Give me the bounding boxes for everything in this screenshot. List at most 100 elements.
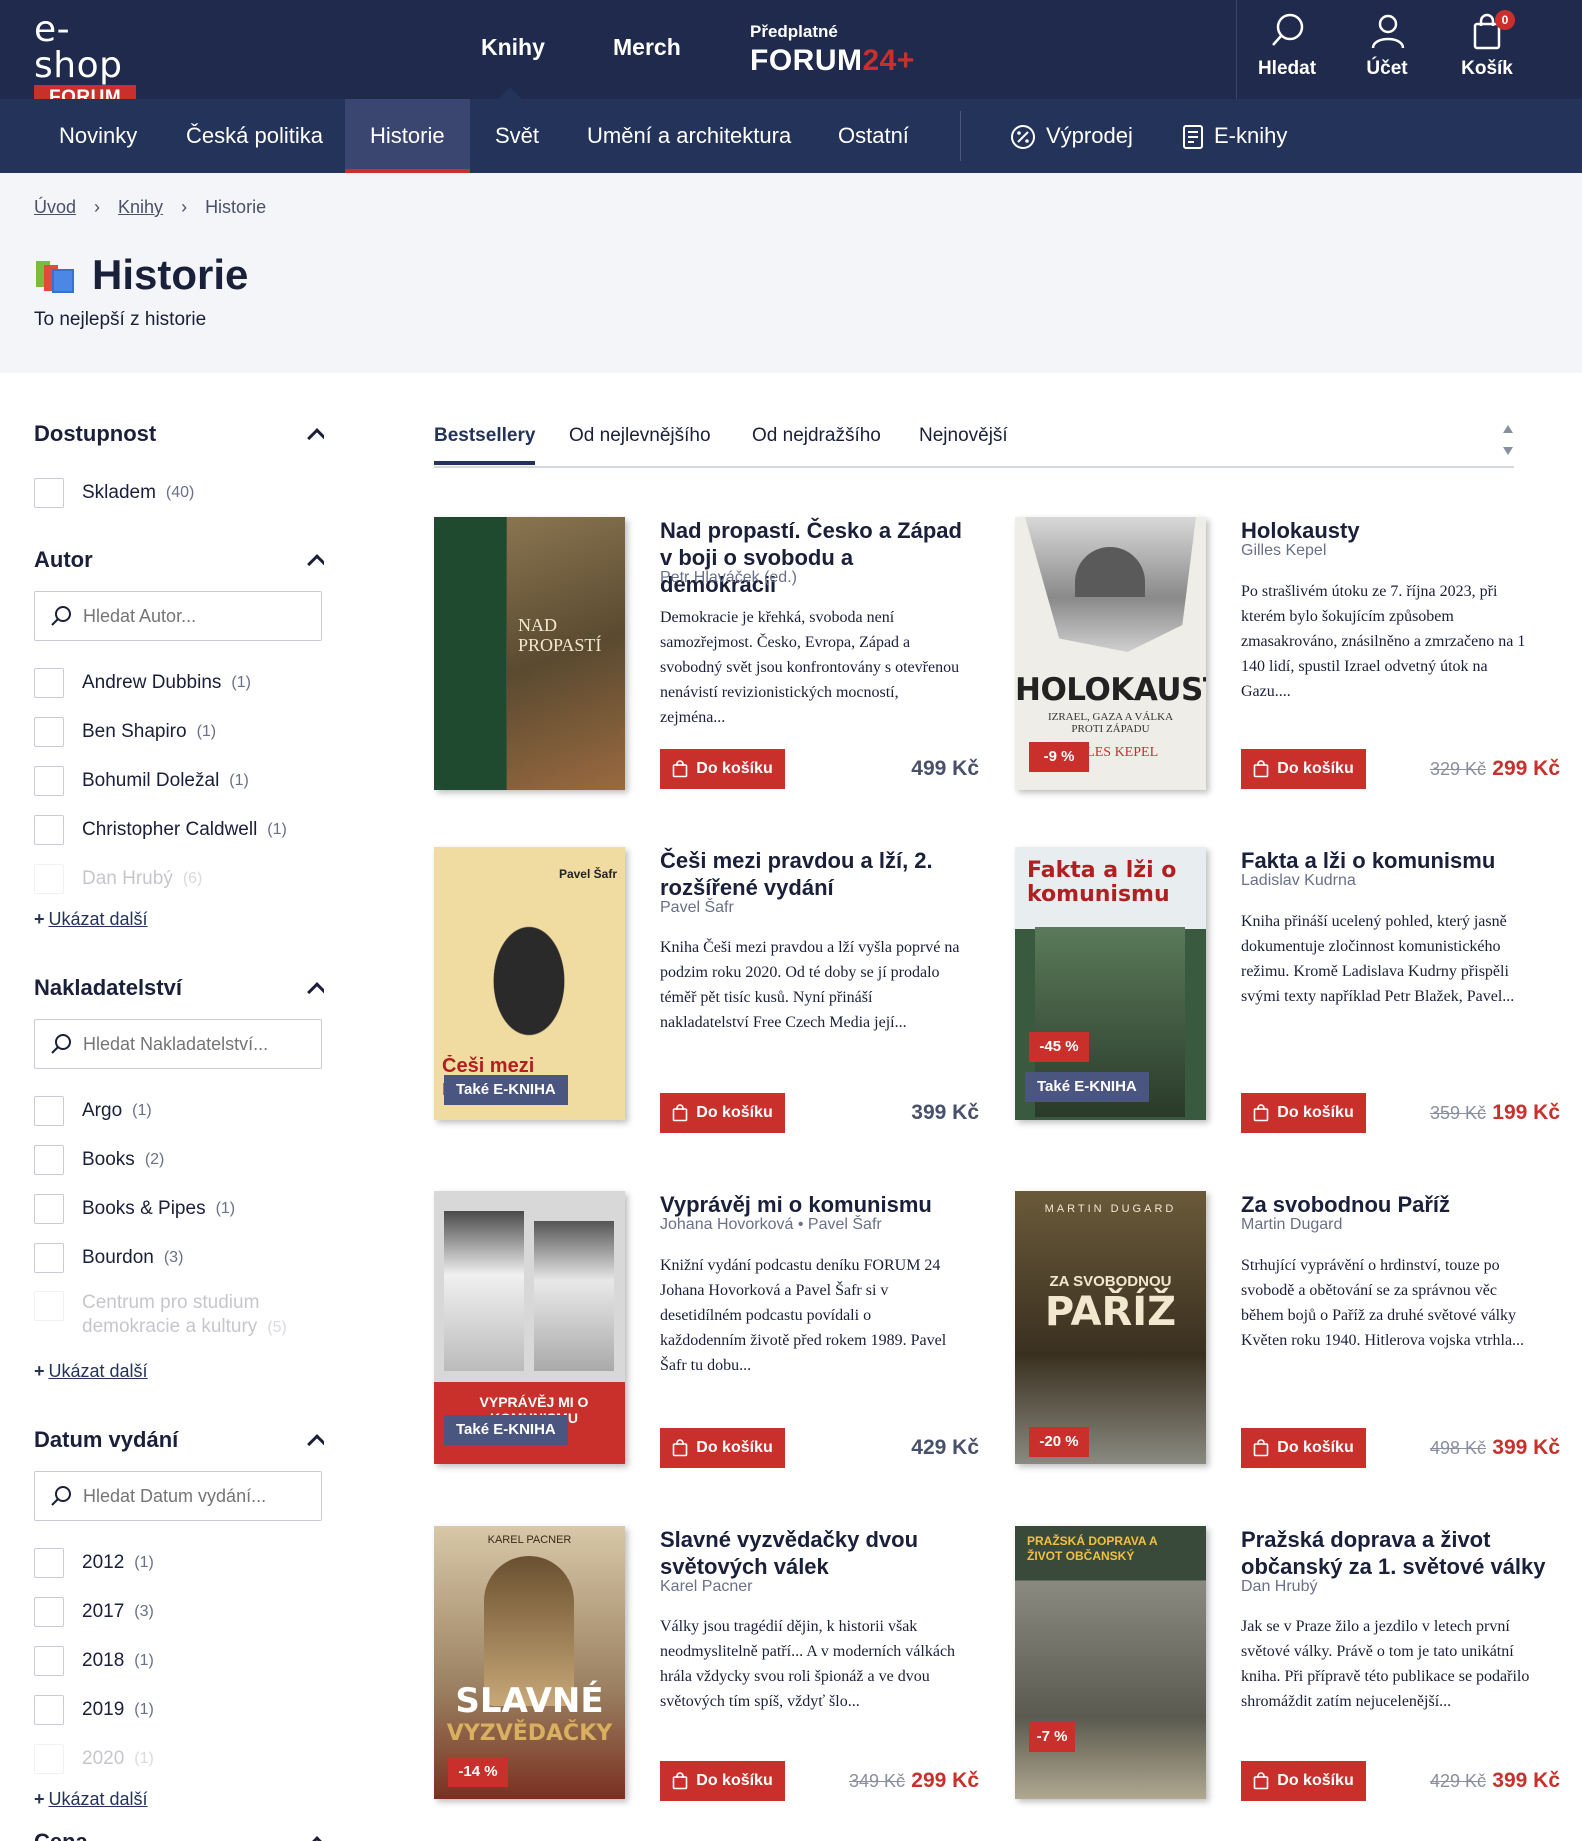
book-cover[interactable]: Fakta a lži o komunismu -45 % Také E-KNI… [1015,847,1206,1120]
product-title[interactable]: Češi mezi pravdou a lží, 2. rozšířené vy… [660,847,970,901]
product-author[interactable]: Ladislav Kudrna [1241,872,1356,890]
user-icon [1371,14,1405,49]
filter-option[interactable]: 2017 (3) [34,1596,154,1628]
author-show-more[interactable]: + Ukázat další [34,909,148,930]
add-to-cart-button[interactable]: Do košíku [1241,749,1366,789]
book-cover[interactable]: NAD PROPASTÍ [434,517,625,790]
cart-button[interactable]: 0 Košík [1437,0,1537,99]
checkbox[interactable] [34,766,64,796]
checkbox[interactable] [34,1194,64,1224]
category-historie[interactable]: Historie [345,99,470,173]
publisher-show-more[interactable]: + Ukázat další [34,1361,148,1382]
breadcrumb-home[interactable]: Úvod [34,197,76,217]
tab-bestsellers[interactable]: Bestsellery [434,425,536,465]
date-show-more[interactable]: + Ukázat další [34,1789,148,1810]
tab-cheapest[interactable]: Od nejlevnějšího [569,425,711,447]
checkbox[interactable] [34,1243,64,1273]
filter-option[interactable]: Skladem (40) [34,477,194,509]
publisher-search-field[interactable] [34,1019,322,1069]
add-to-cart-button[interactable]: Do košíku [1241,1093,1366,1133]
filter-option[interactable]: 2019 (1) [34,1694,154,1726]
product-author[interactable]: Karel Pacner [660,1578,753,1596]
filter-option[interactable]: Dan Hrubý (6) [34,863,202,895]
checkbox[interactable] [34,668,64,698]
product-title[interactable]: Fakta a lži o komunismu [1241,847,1551,874]
checkbox[interactable] [34,1548,64,1578]
filter-option[interactable]: Books & Pipes (1) [34,1193,235,1225]
product-title[interactable]: Holokausty [1241,517,1551,544]
tab-newest[interactable]: Nejnovější [919,425,1008,447]
add-to-cart-button[interactable]: Do košíku [660,1093,785,1133]
product-author[interactable]: Johana Hovorková • Pavel Šafr [660,1216,882,1234]
checkbox[interactable] [34,1096,64,1126]
filter-option[interactable]: 2020 (1) [34,1743,154,1775]
category-ceska-politika[interactable]: Česká politika [161,99,348,173]
book-cover[interactable]: Pavel Šafr Češi mezi pravdou a lží Také … [434,847,625,1120]
checkbox[interactable] [34,1695,64,1725]
add-to-cart-button[interactable]: Do košíku [1241,1428,1366,1468]
filter-option[interactable]: Books (2) [34,1144,164,1176]
checkbox[interactable] [34,1744,64,1774]
product-author[interactable]: Pavel Šafr [660,899,734,917]
book-cover[interactable]: MARTIN DUGARD ZA SVOBODNOU PAŘÍŽ -20 % [1015,1191,1206,1464]
category-umeni[interactable]: Umění a architektura [562,99,816,173]
book-cover[interactable]: VYPRÁVĚJ MI O KOMUNISMU Také E-KNIHA [434,1191,625,1464]
filter-option[interactable]: Bourdon (3) [34,1242,183,1274]
logo[interactable]: e-shop FORUM [34,12,154,111]
product-title[interactable]: Pražská doprava a život občanský za 1. s… [1241,1526,1551,1580]
filter-option[interactable]: Argo (1) [34,1095,152,1127]
filter-option[interactable]: Ben Shapiro (1) [34,716,216,748]
sort-arrows-icon[interactable] [1502,423,1514,457]
category-vyprodej[interactable]: Výprodej [985,99,1158,173]
checkbox[interactable] [34,717,64,747]
checkbox[interactable] [34,815,64,845]
add-to-cart-button[interactable]: Do košíku [660,1761,785,1801]
checkbox[interactable] [34,478,64,508]
product-title[interactable]: Slavné vyzvědačky dvou světových válek [660,1526,970,1580]
product-author[interactable]: Petr Hlaváček (ed.) [660,569,797,587]
product-title[interactable]: Za svobodnou Paříž [1241,1191,1551,1218]
checkbox[interactable] [34,1597,64,1627]
book-cover[interactable]: PRAŽSKÁ DOPRAVA A ŽIVOT OBČANSKÝ -7 % [1015,1526,1206,1799]
product-author[interactable]: Gilles Kepel [1241,542,1326,560]
author-search-input[interactable] [83,605,303,627]
author-search-field[interactable] [34,591,322,641]
search-button[interactable]: Hledat [1237,0,1337,99]
filter-option[interactable]: Centrum pro studium demokracie a kultury… [34,1291,292,1341]
filter-option[interactable]: 2018 (1) [34,1645,154,1677]
book-cover[interactable]: HOLOKAUSTY IZRAEL, GAZA A VÁLKA PROTI ZÁ… [1015,517,1206,790]
checkbox[interactable] [34,1145,64,1175]
category-eknihy[interactable]: E-knihy [1157,99,1312,173]
filter-price-title: Cena [34,1829,324,1841]
filter-option[interactable]: Christopher Caldwell (1) [34,814,287,846]
publisher-search-input[interactable] [83,1033,303,1055]
category-novinky[interactable]: Novinky [34,99,162,173]
search-icon [51,1034,71,1054]
nav-books[interactable]: Knihy [481,34,545,61]
discount-badge: -9 % [1029,742,1089,772]
checkbox[interactable] [34,1646,64,1676]
add-to-cart-button[interactable]: Do košíku [660,1428,785,1468]
filter-option[interactable]: Andrew Dubbins (1) [34,667,251,699]
account-button[interactable]: Účet [1337,0,1437,99]
filter-author: Autor Andrew Dubbins(1) Ben Shapiro(1) B… [34,547,324,929]
product-author[interactable]: Martin Dugard [1241,1216,1342,1234]
breadcrumb-books[interactable]: Knihy [118,197,163,217]
book-cover[interactable]: KAREL PACNER SLAVNÉ VYZVĚDAČKY -14 % [434,1526,625,1799]
tab-most-expensive[interactable]: Od nejdražšího [752,425,881,447]
product-author[interactable]: Dan Hrubý [1241,1578,1317,1596]
date-search-input[interactable] [83,1485,303,1507]
subscription-link[interactable]: Předplatné FORUM24+ [750,22,915,78]
date-search-field[interactable] [34,1471,322,1521]
add-to-cart-button[interactable]: Do košíku [660,749,785,789]
category-ostatni[interactable]: Ostatní [813,99,934,173]
add-to-cart-button[interactable]: Do košíku [1241,1761,1366,1801]
category-svet[interactable]: Svět [470,99,564,173]
filter-option[interactable]: 2012 (1) [34,1547,154,1579]
filter-option[interactable]: Bohumil Doležal (1) [34,765,249,797]
product-title[interactable]: Vyprávěj mi o komunismu [660,1191,970,1218]
page-subtitle: To nejlepší z historie [34,309,207,330]
nav-merch[interactable]: Merch [613,34,681,61]
checkbox[interactable] [34,1291,64,1321]
checkbox[interactable] [34,864,64,894]
